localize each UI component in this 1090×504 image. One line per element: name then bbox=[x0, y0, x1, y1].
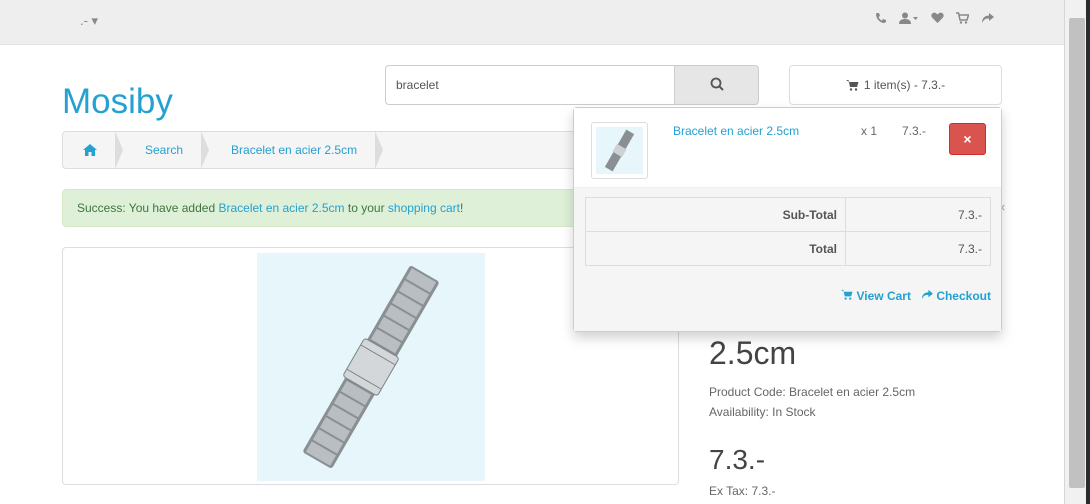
scrollbar[interactable] bbox=[1064, 0, 1090, 504]
cart-totals-section: Sub-Total 7.3.- Total 7.3.- View Cart Ch… bbox=[574, 188, 1001, 331]
store-logo[interactable]: Mosiby bbox=[62, 82, 173, 122]
share-icon[interactable] bbox=[981, 12, 994, 27]
cart-actions: View Cart Checkout bbox=[841, 289, 991, 303]
product-availability: Availability: In Stock bbox=[709, 405, 816, 419]
total-row: Total 7.3.- bbox=[585, 231, 991, 266]
cart-item-thumbnail[interactable] bbox=[591, 122, 648, 179]
close-icon: × bbox=[963, 131, 972, 147]
product-code: Product Code: Bracelet en acier 2.5cm bbox=[709, 385, 916, 399]
cart-icon[interactable] bbox=[956, 12, 970, 27]
cart-summary: 1 item(s) - 7.3.- bbox=[863, 78, 946, 92]
alert-text-suffix: ! bbox=[459, 201, 464, 215]
view-cart-link[interactable]: View Cart bbox=[841, 289, 911, 303]
product-title: 2.5cm bbox=[709, 335, 797, 371]
checkout-label: Checkout bbox=[936, 289, 991, 303]
scrollbar-thumb[interactable] bbox=[1069, 18, 1085, 488]
subtotal-value: 7.3.- bbox=[845, 197, 991, 232]
product-image[interactable] bbox=[257, 253, 485, 481]
breadcrumb-search[interactable]: Search bbox=[115, 131, 210, 169]
currency-dropdown[interactable]: .- ▾ bbox=[80, 13, 98, 29]
breadcrumb-home[interactable] bbox=[63, 131, 123, 169]
cart-dropdown: Bracelet en acier 2.5cm x 1 7.3.- × Sub-… bbox=[573, 107, 1002, 332]
share-icon bbox=[921, 289, 933, 300]
product-price: 7.3.- bbox=[709, 444, 766, 475]
alert-product-link[interactable]: Bracelet en acier 2.5cm bbox=[218, 201, 344, 215]
cart-item-name[interactable]: Bracelet en acier 2.5cm bbox=[673, 124, 799, 138]
top-icons bbox=[875, 12, 994, 27]
phone-icon[interactable] bbox=[875, 12, 887, 27]
alert-text: Success: You have added bbox=[77, 201, 216, 215]
cart-icon bbox=[845, 80, 859, 91]
user-icon[interactable] bbox=[899, 12, 919, 27]
totals-table: Sub-Total 7.3.- Total 7.3.- bbox=[585, 197, 991, 266]
top-bar: .- ▾ bbox=[0, 0, 1064, 45]
cart-button[interactable]: 1 item(s) - 7.3.- bbox=[789, 65, 1002, 105]
search-input[interactable] bbox=[385, 65, 675, 105]
alert-cart-link[interactable]: shopping cart bbox=[388, 201, 460, 215]
heart-icon[interactable] bbox=[931, 12, 944, 27]
checkout-link[interactable]: Checkout bbox=[921, 289, 991, 303]
success-alert: Success: You have added Bracelet en acie… bbox=[62, 189, 582, 227]
total-label: Total bbox=[585, 231, 846, 266]
remove-item-button[interactable]: × bbox=[949, 123, 986, 155]
cart-item-row: Bracelet en acier 2.5cm x 1 7.3.- × bbox=[574, 108, 1001, 188]
alert-text-middle: to your bbox=[347, 201, 385, 215]
search-bar bbox=[385, 65, 759, 105]
subtotal-label: Sub-Total bbox=[585, 197, 846, 232]
search-button[interactable] bbox=[675, 65, 759, 105]
window-edge bbox=[1086, 0, 1090, 504]
cart-icon bbox=[841, 289, 853, 300]
total-value: 7.3.- bbox=[845, 231, 991, 266]
view-cart-label: View Cart bbox=[856, 289, 911, 303]
search-icon bbox=[710, 77, 724, 91]
cart-item-qty: x 1 bbox=[861, 124, 878, 138]
home-icon bbox=[83, 144, 97, 156]
breadcrumb-product[interactable]: Bracelet en acier 2.5cm bbox=[201, 131, 384, 169]
cart-item-price: 7.3.- bbox=[902, 124, 927, 138]
product-ex-tax: Ex Tax: 7.3.- bbox=[709, 484, 776, 498]
breadcrumb: Search Bracelet en acier 2.5cm bbox=[62, 131, 582, 169]
subtotal-row: Sub-Total 7.3.- bbox=[585, 197, 991, 232]
